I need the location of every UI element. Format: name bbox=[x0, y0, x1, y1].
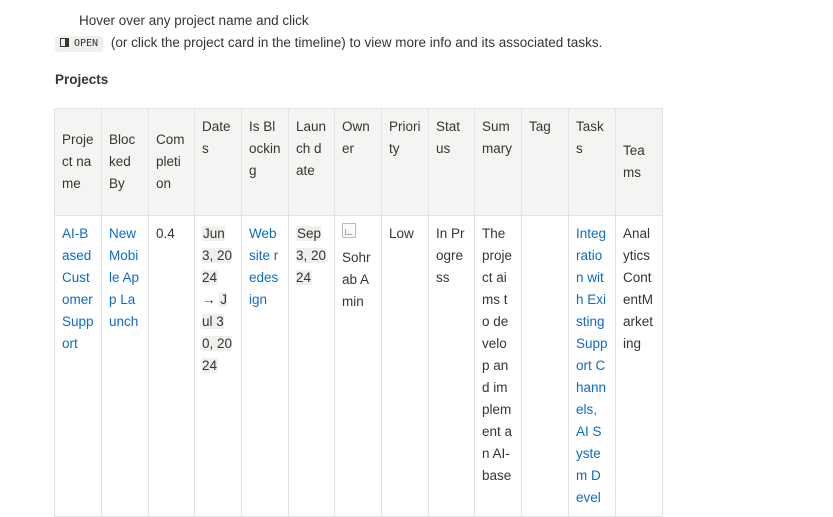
cell-priority: Low bbox=[381, 215, 429, 517]
column-header-blocked-by[interactable]: Blocked By bbox=[101, 108, 149, 216]
blocked-by-link[interactable]: New Mobile App Launch bbox=[109, 226, 139, 329]
tasks-link[interactable]: Integration with Existing Support Channe… bbox=[576, 226, 608, 505]
column-header-priority[interactable]: Priority bbox=[381, 108, 429, 216]
section-title: Projects bbox=[55, 72, 109, 87]
column-header-owner[interactable]: Owner bbox=[334, 108, 382, 216]
column-header-dates[interactable]: Dates bbox=[194, 108, 242, 216]
date-arrow: → bbox=[202, 292, 216, 307]
hint-line-2-text: (or click the project card in the timeli… bbox=[110, 35, 603, 50]
project-name-link[interactable]: AI-Based Customer Support bbox=[62, 226, 94, 351]
column-header-completion[interactable]: Completion bbox=[148, 108, 195, 216]
cell-project-name[interactable]: AI-Based Customer Support bbox=[54, 215, 102, 517]
hint-line-2: OPEN (or click the project card in the t… bbox=[55, 34, 602, 52]
column-header-launch-date[interactable]: Launch date bbox=[288, 108, 335, 216]
column-header-is-blocking[interactable]: Is Blocking bbox=[241, 108, 289, 216]
open-badge-label: OPEN bbox=[74, 38, 99, 49]
broken-image-icon bbox=[342, 223, 356, 238]
cell-tasks[interactable]: Integration with Existing Support Channe… bbox=[568, 215, 616, 517]
column-header-teams[interactable]: Teams bbox=[615, 108, 663, 216]
owner-name: Sohrab Amin bbox=[342, 250, 371, 309]
column-header-project-name[interactable]: Project name bbox=[54, 108, 102, 216]
open-badge: OPEN bbox=[55, 36, 104, 52]
cell-blocked-by[interactable]: New Mobile App Launch bbox=[101, 215, 149, 517]
cell-completion: 0.4 bbox=[148, 215, 195, 517]
cell-summary: The project aims to develop and implemen… bbox=[474, 215, 522, 517]
cell-tag bbox=[521, 215, 569, 517]
hint-line-1: Hover over any project name and click bbox=[79, 13, 309, 28]
column-header-summary[interactable]: Summary bbox=[474, 108, 522, 216]
table-row[interactable]: AI-Based Customer Support New Mobile App… bbox=[54, 215, 663, 517]
date-start: Jun 3, 2024 bbox=[202, 226, 233, 285]
cell-status: In Progress bbox=[428, 215, 475, 517]
is-blocking-link[interactable]: Website redesign bbox=[249, 226, 278, 307]
open-in-panel-icon bbox=[60, 37, 69, 47]
cell-teams: AnalyticsContentMarketing bbox=[615, 215, 663, 517]
column-header-tag[interactable]: Tag bbox=[521, 108, 569, 216]
table-header-row: Project name Blocked By Completion Dates… bbox=[54, 108, 663, 216]
column-header-tasks[interactable]: Tasks bbox=[568, 108, 616, 216]
cell-dates: Jun 3, 2024 → Jul 30, 2024 bbox=[194, 215, 242, 517]
cell-owner: Sohrab Amin bbox=[334, 215, 382, 517]
column-header-status[interactable]: Status bbox=[428, 108, 475, 216]
cell-is-blocking[interactable]: Website redesign bbox=[241, 215, 289, 517]
cell-launch-date: Sep 3, 2024 bbox=[288, 215, 335, 517]
launch-date-value: Sep 3, 2024 bbox=[296, 226, 327, 285]
projects-table: Project name Blocked By Completion Dates… bbox=[54, 108, 663, 517]
